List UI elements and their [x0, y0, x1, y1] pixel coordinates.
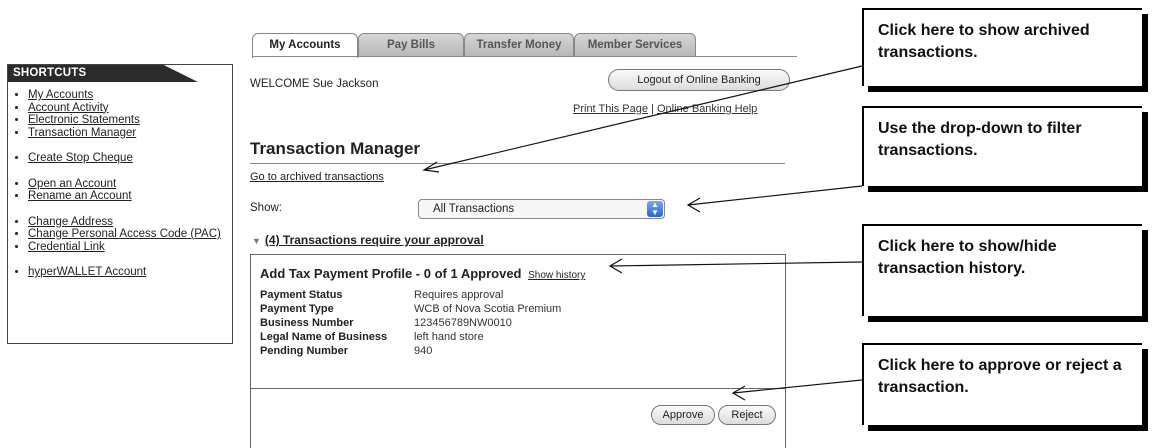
- arrow-filter: [687, 185, 863, 206]
- arrow-archived: [423, 65, 863, 171]
- callout-arrows: [422, 65, 863, 401]
- arrow-approve: [732, 379, 863, 394]
- arrow-history: [609, 261, 863, 267]
